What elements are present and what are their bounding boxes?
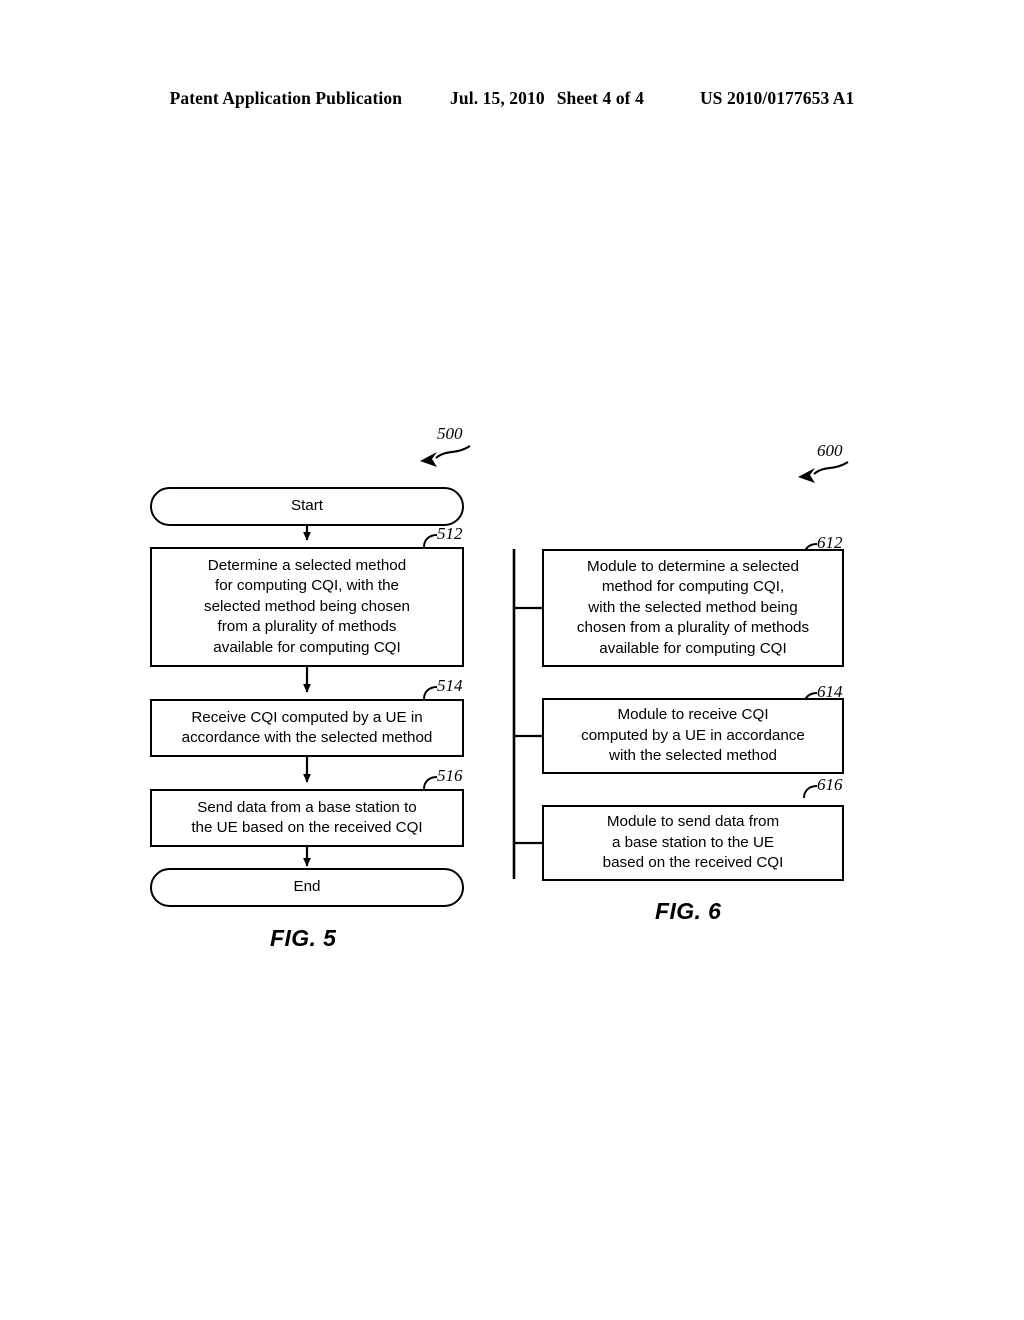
flow-node-512: Determine a selected method for computin…: [150, 547, 464, 667]
module-node-616: Module to send data from a base station …: [542, 805, 844, 881]
figure-600-pointer-arrow: [798, 461, 849, 483]
module-node-614: Module to receive CQI computed by a UE i…: [542, 698, 844, 774]
leader-line-516: [423, 776, 438, 790]
module-node-612: Module to determine a selected method fo…: [542, 549, 844, 667]
figure-caption-6: FIG. 6: [655, 898, 722, 924]
leader-line-514: [423, 686, 438, 700]
flow-node-514: Receive CQI computed by a UE in accordan…: [150, 699, 464, 757]
reference-numeral-600: 600: [817, 441, 843, 460]
reference-numeral-616: 616: [817, 775, 843, 794]
leader-line-512: [423, 534, 438, 548]
leader-line-616: [803, 785, 818, 799]
reference-numeral-500: 500: [437, 424, 463, 443]
flow-node-start: Start: [150, 487, 464, 526]
reference-numeral-614: 614: [817, 682, 843, 701]
flow-node-516: Send data from a base station to the UE …: [150, 789, 464, 847]
reference-numeral-612: 612: [817, 533, 843, 552]
patent-drawing-sheet: Patent Application Publication Jul. 15, …: [0, 0, 1024, 1320]
reference-numeral-516: 516: [437, 766, 463, 785]
reference-numeral-514: 514: [437, 676, 463, 695]
module-bus-line: [512, 549, 542, 879]
figure-500-pointer-arrow: [420, 445, 471, 467]
figures-area: Start Determine a selected method for co…: [0, 0, 1024, 1320]
flow-node-end: End: [150, 868, 464, 907]
reference-numeral-512: 512: [437, 524, 463, 543]
figure-caption-5: FIG. 5: [270, 925, 337, 951]
